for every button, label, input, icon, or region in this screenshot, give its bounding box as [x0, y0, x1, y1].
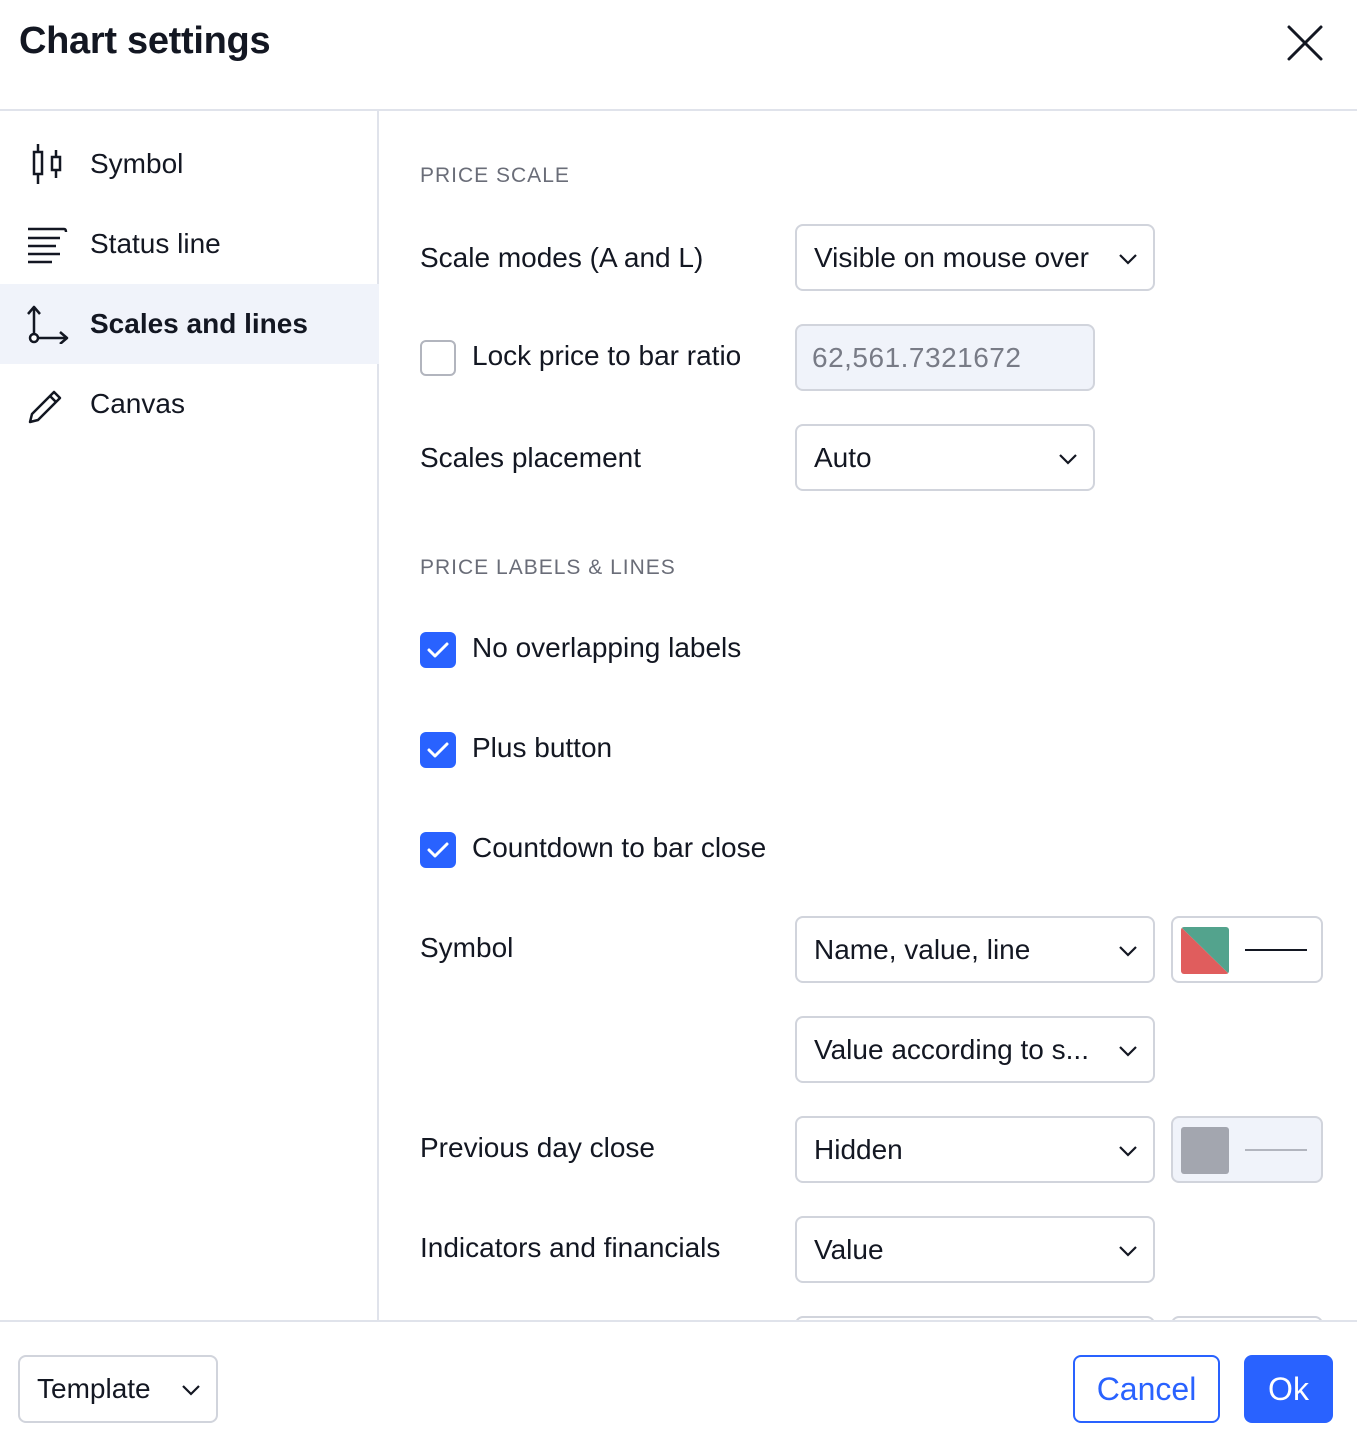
color-swatch-icon	[1181, 927, 1229, 974]
dialog-header: Chart settings	[0, 0, 1357, 111]
plus-button-checkbox[interactable]	[420, 732, 456, 768]
dialog-title: Chart settings	[19, 20, 271, 62]
candlestick-icon	[32, 144, 62, 184]
lock-ratio-input-wrapper	[795, 324, 1095, 391]
prev-day-close-select[interactable]: Hidden	[795, 1116, 1155, 1183]
section-title-price-labels: PRICE LABELS & LINES	[420, 556, 676, 579]
symbol-label-mode-select[interactable]: Name, value, line	[795, 916, 1155, 983]
close-icon	[1287, 25, 1323, 61]
scales-axes-icon	[27, 305, 69, 344]
scales-placement-value: Auto	[814, 442, 872, 473]
chevron-down-icon	[1119, 254, 1137, 265]
pencil-icon	[28, 390, 62, 424]
line-style-preview	[1245, 1149, 1307, 1151]
sidebar-item-status-line[interactable]: Status line	[0, 204, 379, 284]
symbol-value-mode-select[interactable]: Value according to s...	[795, 1016, 1155, 1083]
symbol-label-mode-value: Name, value, line	[814, 934, 1031, 965]
line-style-preview	[1245, 949, 1307, 951]
prev-day-close-value: Hidden	[814, 1134, 903, 1165]
indicators-label: Indicators and financials	[420, 1232, 721, 1263]
section-title-price-scale: PRICE SCALE	[420, 164, 570, 187]
lock-price-ratio-label: Lock price to bar ratio	[472, 340, 742, 371]
no-overlapping-label: No overlapping labels	[472, 632, 742, 663]
scale-modes-select[interactable]: Visible on mouse over	[795, 224, 1155, 291]
ok-button[interactable]: Ok	[1244, 1355, 1333, 1423]
chevron-down-icon	[1119, 1146, 1137, 1157]
check-icon	[427, 842, 449, 858]
lock-ratio-input[interactable]	[797, 326, 1093, 389]
sidebar-item-canvas[interactable]: Canvas	[0, 364, 379, 444]
prev-day-close-style-button[interactable]	[1171, 1116, 1323, 1183]
lock-price-ratio-checkbox[interactable]	[420, 340, 456, 376]
prev-day-close-label: Previous day close	[420, 1132, 656, 1163]
indicators-value: Value	[814, 1234, 884, 1265]
chevron-down-icon	[1119, 1246, 1137, 1257]
countdown-label: Countdown to bar close	[472, 832, 767, 863]
dialog-footer: Template Cancel Ok	[0, 1320, 1357, 1445]
chevron-down-icon	[1059, 454, 1077, 465]
sidebar-item-scales-and-lines[interactable]: Scales and lines	[0, 284, 379, 364]
chevron-down-icon	[182, 1385, 200, 1396]
symbol-line-style-button[interactable]	[1171, 916, 1323, 983]
template-label: Template	[37, 1373, 151, 1404]
sidebar-item-label: Canvas	[90, 388, 185, 419]
sidebar-item-symbol[interactable]: Symbol	[0, 124, 379, 204]
status-line-icon	[28, 227, 68, 264]
sidebar-item-label: Scales and lines	[90, 308, 308, 339]
check-icon	[427, 742, 449, 758]
indicators-select[interactable]: Value	[795, 1216, 1155, 1283]
check-icon	[427, 642, 449, 658]
sidebar-item-label: Symbol	[90, 148, 184, 179]
color-swatch-icon	[1181, 1127, 1229, 1174]
template-dropdown[interactable]: Template	[18, 1355, 218, 1423]
chevron-down-icon	[1119, 1046, 1137, 1057]
symbol-value-mode-value: Value according to s...	[814, 1034, 1089, 1065]
scale-modes-label: Scale modes (A and L)	[420, 242, 704, 273]
countdown-checkbox[interactable]	[420, 832, 456, 868]
scales-placement-label: Scales placement	[420, 442, 642, 473]
scale-modes-value: Visible on mouse over	[814, 242, 1089, 273]
settings-sidebar: Symbol Status line Scales and lines Canv…	[0, 111, 379, 1320]
settings-content: PRICE SCALE Scale modes (A and L) Visibl…	[381, 111, 1357, 1320]
close-button[interactable]	[1280, 18, 1330, 68]
chevron-down-icon	[1119, 946, 1137, 957]
no-overlapping-checkbox[interactable]	[420, 632, 456, 668]
scales-placement-select[interactable]: Auto	[795, 424, 1095, 491]
sidebar-item-label: Status line	[90, 228, 221, 259]
symbol-label: Symbol	[420, 932, 514, 963]
cancel-button[interactable]: Cancel	[1073, 1355, 1220, 1423]
plus-button-label: Plus button	[472, 732, 613, 763]
